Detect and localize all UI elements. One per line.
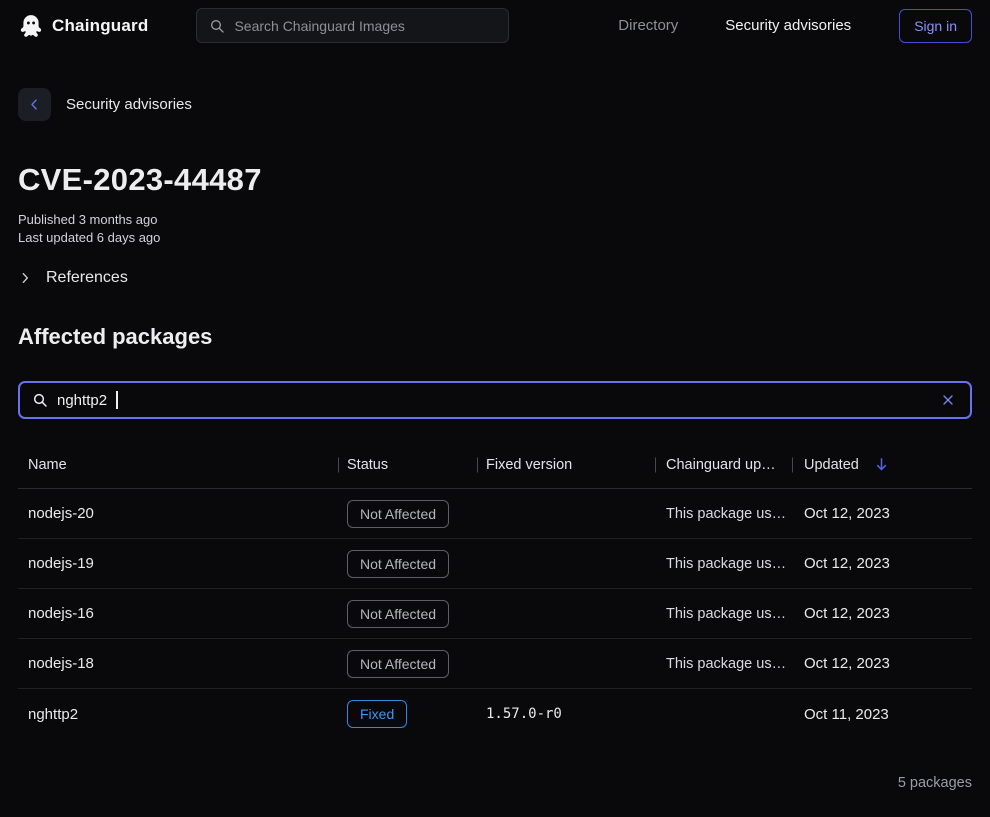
updated-date: Oct 12, 2023 xyxy=(792,555,972,572)
references-label: References xyxy=(46,269,128,287)
package-name: nodejs-20 xyxy=(18,505,338,522)
breadcrumb: Security advisories xyxy=(18,88,972,121)
fixed-version: 1.57.0-r0 xyxy=(477,706,655,722)
text-cursor xyxy=(116,391,118,409)
status-badge: Not Affected xyxy=(347,650,449,678)
sort-desc-icon[interactable] xyxy=(873,456,890,473)
nav-security-advisories[interactable]: Security advisories xyxy=(725,17,851,34)
filter-value: nghttp2 xyxy=(57,392,107,409)
main-nav: Directory Security advisories Sign in xyxy=(618,9,972,43)
search-icon xyxy=(209,18,225,34)
updated-date: Oct 11, 2023 xyxy=(792,706,972,723)
breadcrumb-label[interactable]: Security advisories xyxy=(66,96,192,113)
chevron-right-icon xyxy=(18,271,32,285)
column-header-status[interactable]: Status xyxy=(338,457,477,473)
status-badge: Fixed xyxy=(347,700,407,728)
nav-directory[interactable]: Directory xyxy=(618,17,678,34)
package-filter-input[interactable]: nghttp2 xyxy=(18,381,972,419)
app-header: Chainguard Directory Security advisories… xyxy=(0,0,990,51)
references-toggle[interactable]: References xyxy=(18,269,128,287)
status-badge: Not Affected xyxy=(347,550,449,578)
published-text: Published 3 months ago xyxy=(18,211,972,229)
package-name: nodejs-16 xyxy=(18,605,338,622)
chevron-left-icon xyxy=(27,97,42,112)
package-name: nodejs-19 xyxy=(18,555,338,572)
column-header-name[interactable]: Name xyxy=(18,457,338,473)
column-header-chainguard[interactable]: Chainguard up… xyxy=(655,457,792,473)
package-name: nodejs-18 xyxy=(18,655,338,672)
table-row: nodejs-18 Not Affected This package us… … xyxy=(18,639,972,689)
brand-logo[interactable]: Chainguard xyxy=(18,13,148,39)
last-updated-text: Last updated 6 days ago xyxy=(18,229,972,247)
package-count: 5 packages xyxy=(18,775,972,791)
page-title: CVE-2023-44487 xyxy=(18,163,972,197)
column-header-updated-label: Updated xyxy=(804,457,859,473)
chainguard-note: This package us… xyxy=(655,606,792,622)
table-header-row: Name Status Fixed version Chainguard up…… xyxy=(18,441,972,489)
advisory-meta: Published 3 months ago Last updated 6 da… xyxy=(18,211,972,247)
table-row: nghttp2 Fixed 1.57.0-r0 Oct 11, 2023 xyxy=(18,689,972,739)
sign-in-button[interactable]: Sign in xyxy=(899,9,972,43)
global-search[interactable] xyxy=(196,8,509,43)
table-row: nodejs-16 Not Affected This package us… … xyxy=(18,589,972,639)
status-badge: Not Affected xyxy=(347,500,449,528)
updated-date: Oct 12, 2023 xyxy=(792,605,972,622)
close-icon xyxy=(940,392,956,408)
back-button[interactable] xyxy=(18,88,51,121)
packages-table: Name Status Fixed version Chainguard up…… xyxy=(18,441,972,739)
main-content: Security advisories CVE-2023-44487 Publi… xyxy=(0,88,990,791)
global-search-input[interactable] xyxy=(234,18,496,34)
chainguard-note: This package us… xyxy=(655,656,792,672)
column-header-fixed-version[interactable]: Fixed version xyxy=(477,457,655,473)
table-row: nodejs-20 Not Affected This package us… … xyxy=(18,489,972,539)
search-icon xyxy=(32,392,48,408)
updated-date: Oct 12, 2023 xyxy=(792,505,972,522)
chainguard-note: This package us… xyxy=(655,556,792,572)
status-badge: Not Affected xyxy=(347,600,449,628)
updated-date: Oct 12, 2023 xyxy=(792,655,972,672)
octopus-logo-icon xyxy=(18,13,44,39)
column-header-updated[interactable]: Updated xyxy=(792,456,972,473)
table-row: nodejs-19 Not Affected This package us… … xyxy=(18,539,972,589)
chainguard-note: This package us… xyxy=(655,506,792,522)
brand-name: Chainguard xyxy=(52,16,148,36)
section-title: Affected packages xyxy=(18,323,972,351)
clear-filter-button[interactable] xyxy=(938,390,958,410)
package-name: nghttp2 xyxy=(18,706,338,723)
